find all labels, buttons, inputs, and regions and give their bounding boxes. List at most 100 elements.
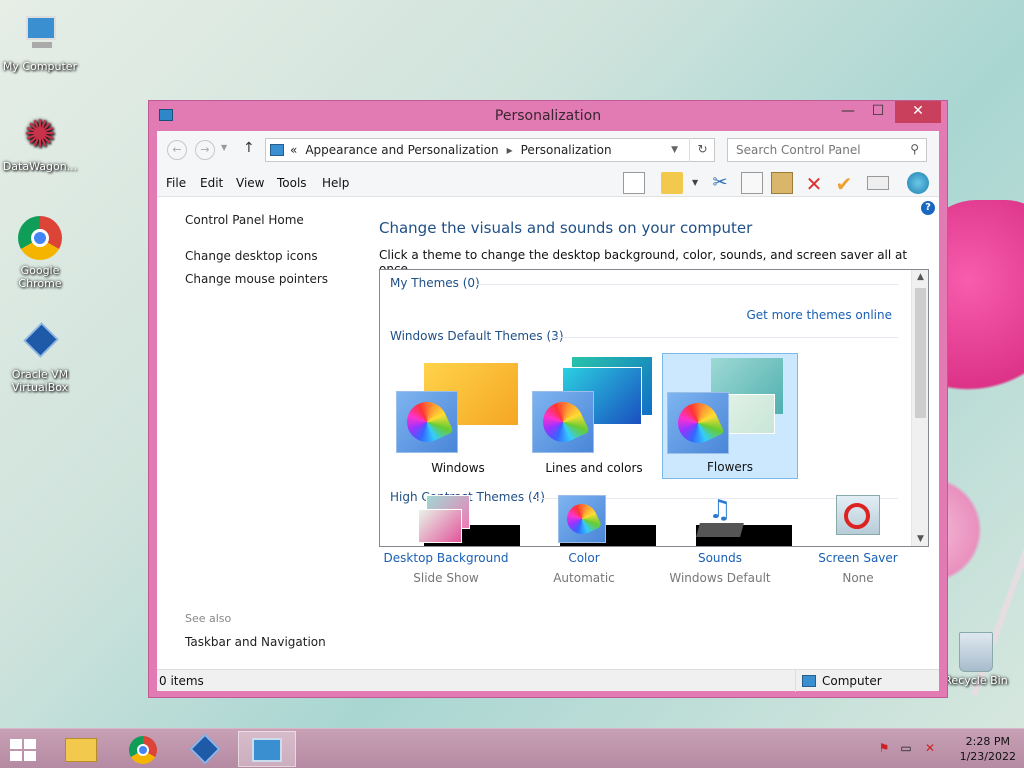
address-dropdown-icon[interactable]: ▼	[671, 145, 678, 155]
virtualbox-icon	[18, 320, 62, 364]
back-icon[interactable]: ←	[167, 140, 187, 160]
get-more-themes-link[interactable]: Get more themes online	[746, 308, 892, 322]
desktop-icon-chrome[interactable]: Google Chrome	[0, 216, 80, 290]
status-bar: 0 items Computer	[157, 669, 939, 692]
maximize-button[interactable]: ☐	[863, 101, 893, 123]
taskbar-clock[interactable]: 2:28 PM 1/23/2022	[960, 734, 1016, 764]
change-mouse-pointers-link[interactable]: Change mouse pointers	[185, 272, 328, 286]
color-palette-icon	[532, 391, 594, 453]
desktop-background-icon	[418, 495, 474, 545]
setting-title[interactable]: Desktop Background	[381, 551, 511, 565]
desktop-icon-label: Google Chrome	[18, 264, 62, 290]
window-title: Personalization	[494, 108, 602, 124]
scroll-thumb[interactable]	[915, 288, 926, 418]
scroll-up-icon[interactable]: ▲	[912, 272, 928, 282]
page-title: Change the visuals and sounds on your co…	[379, 219, 753, 237]
menu-bar: File Edit View Tools Help ▼ ✂ ✕ ✔	[157, 169, 939, 197]
taskbar: ⚑ ▭ ✕ 2:28 PM 1/23/2022	[0, 728, 1024, 768]
theme-windows[interactable]: Windows	[390, 353, 526, 479]
screen-saver-setting[interactable]: Screen Saver None	[793, 495, 923, 585]
refresh-icon[interactable]: ↻	[689, 138, 715, 162]
folder-options-icon[interactable]	[661, 172, 683, 194]
setting-title[interactable]: Sounds	[655, 551, 785, 565]
item-count: 0 items	[159, 674, 204, 688]
screen-saver-icon	[830, 495, 886, 545]
menu-view[interactable]: View	[236, 176, 264, 190]
taskbar-virtualbox[interactable]	[176, 731, 234, 767]
desktop-icon-datawagon[interactable]: ✺ DataWagon...	[0, 112, 80, 173]
paste-icon[interactable]	[771, 172, 793, 194]
recent-dropdown-icon[interactable]: ▼	[221, 143, 227, 152]
window-client: ← → ▼ ↑ « Appearance and Personalization…	[157, 131, 939, 692]
taskbar-file-explorer[interactable]	[52, 731, 110, 767]
personalization-window: Personalization — ☐ ✕ ← → ▼ ↑ « Appearan…	[148, 100, 948, 698]
theme-flowers[interactable]: Flowers	[662, 353, 798, 479]
desktop-icon-label: Recycle Bin	[944, 674, 1008, 687]
menu-file[interactable]: File	[166, 176, 186, 190]
see-also-label: See also	[185, 612, 232, 625]
computer-icon	[802, 675, 816, 687]
folder-icon	[65, 738, 97, 762]
search-icon[interactable]: ⚲	[910, 142, 919, 156]
theme-label: Flowers	[707, 460, 753, 474]
group-default-themes[interactable]: Windows Default Themes (3)	[390, 329, 564, 343]
desktop-icon-recycle-bin[interactable]: Recycle Bin	[936, 632, 1016, 687]
forward-icon[interactable]: →	[195, 140, 215, 160]
theme-label: Lines and colors	[545, 461, 643, 475]
virtualbox-icon	[189, 733, 221, 765]
group-divider	[476, 284, 898, 285]
group-divider	[552, 337, 898, 338]
desktop-icon-label: Oracle VM VirtualBox	[11, 368, 69, 394]
control-panel-home-link[interactable]: Control Panel Home	[185, 213, 304, 227]
breadcrumb-prefix: «	[290, 143, 298, 157]
sounds-setting[interactable]: ♫ Sounds Windows Default	[655, 495, 785, 585]
setting-value: Slide Show	[413, 571, 479, 585]
desktop-icon-virtualbox[interactable]: Oracle VM VirtualBox	[0, 320, 80, 394]
delete-icon[interactable]: ✕	[803, 172, 825, 196]
taskbar-control-panel[interactable]	[238, 731, 296, 767]
volume-muted-icon[interactable]: ✕	[922, 741, 938, 757]
help-icon[interactable]: ?	[921, 201, 935, 215]
status-location: Computer	[795, 670, 888, 692]
color-setting[interactable]: Color Automatic	[519, 495, 649, 585]
title-bar[interactable]: Personalization — ☐ ✕	[149, 101, 947, 131]
address-row: ← → ▼ ↑ « Appearance and Personalization…	[157, 131, 939, 169]
network-icon[interactable]: ▭	[898, 741, 914, 757]
theme-lines-and-colors[interactable]: Lines and colors	[526, 353, 662, 479]
setting-title[interactable]: Color	[519, 551, 649, 565]
setting-value: None	[842, 571, 874, 585]
status-location-label: Computer	[822, 674, 882, 688]
theme-label: Windows	[431, 461, 485, 475]
network-globe-icon[interactable]	[907, 172, 929, 194]
views-dropdown-icon[interactable]: ▼	[692, 178, 698, 187]
close-button[interactable]: ✕	[895, 101, 941, 123]
breadcrumb-separator: ▸	[506, 143, 513, 157]
menu-tools[interactable]: Tools	[277, 176, 307, 190]
breadcrumb-item[interactable]: Personalization	[521, 143, 612, 157]
cut-icon[interactable]: ✂	[709, 172, 731, 194]
taskbar-chrome[interactable]	[114, 731, 172, 767]
taskbar-navigation-link[interactable]: Taskbar and Navigation	[185, 635, 326, 649]
action-center-flag-icon[interactable]: ⚑	[876, 741, 892, 757]
menu-edit[interactable]: Edit	[200, 176, 223, 190]
menu-help[interactable]: Help	[322, 176, 349, 190]
desktop-background-setting[interactable]: Desktop Background Slide Show	[381, 495, 511, 585]
rename-icon[interactable]	[867, 176, 889, 190]
chrome-icon	[129, 736, 157, 764]
copy-icon[interactable]	[741, 172, 763, 194]
breadcrumb-item[interactable]: Appearance and Personalization	[305, 143, 498, 157]
control-panel-icon	[270, 144, 284, 156]
desktop-icon-my-computer[interactable]: My Computer	[0, 12, 80, 73]
address-bar[interactable]: « Appearance and Personalization ▸ Perso…	[265, 138, 715, 162]
minimize-button[interactable]: —	[833, 101, 863, 123]
clock-date: 1/23/2022	[959, 750, 1016, 763]
search-input[interactable]: Search Control Panel ⚲	[727, 138, 927, 162]
layout-icon[interactable]	[623, 172, 645, 194]
setting-title[interactable]: Screen Saver	[793, 551, 923, 565]
up-arrow-icon[interactable]: ↑	[243, 140, 255, 156]
change-desktop-icons-link[interactable]: Change desktop icons	[185, 249, 318, 263]
control-panel-icon	[252, 738, 282, 762]
group-my-themes[interactable]: My Themes (0)	[390, 276, 480, 290]
properties-check-icon[interactable]: ✔	[833, 172, 855, 196]
start-windows-icon[interactable]	[10, 739, 38, 761]
